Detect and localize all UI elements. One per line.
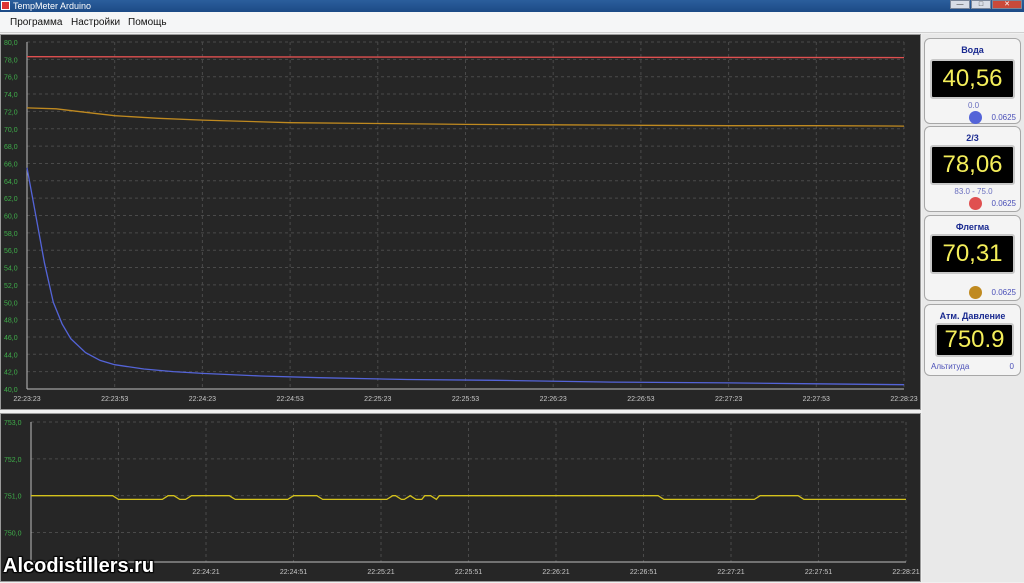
y-tick-label: 42,0 <box>4 370 18 377</box>
sensor-panel: Вода 40,56 0.0 0.0625 2/3 78,06 83.0 - 7… <box>922 34 1024 582</box>
sensor-title: 2/3 <box>966 133 979 143</box>
y-tick-label: 60,0 <box>4 214 18 221</box>
series-line-0 <box>26 56 905 59</box>
sensor-title: Флегма <box>955 222 990 232</box>
menu-bar: Программа Настройки Помощь <box>0 12 1024 33</box>
window-title: TempMeter Arduino <box>13 1 92 11</box>
app-icon <box>1 1 10 10</box>
alarm-range: 0.0 <box>967 101 980 110</box>
y-tick-label: 62,0 <box>4 196 18 203</box>
x-tick-label: 22:25:21 <box>367 569 394 576</box>
sensor-card-voda: Вода 40,56 0.0 0.0625 <box>924 38 1021 124</box>
pressure-title: Атм. Давление <box>939 311 1006 321</box>
menu-settings[interactable]: Настройки <box>71 17 120 28</box>
y-tick-label: 56,0 <box>4 248 18 255</box>
menu-program[interactable]: Программа <box>10 17 62 28</box>
minimize-button[interactable]: — <box>950 0 970 9</box>
x-tick-label: 22:25:53 <box>452 396 479 403</box>
y-tick-label: 58,0 <box>4 231 18 238</box>
title-bar: TempMeter Arduino — □ ✕ <box>0 0 1024 12</box>
temperature-chart-svg: 40,0 42,0 44,0 46,0 48,0 50,0 52,0 54,0 56,0 58,0… <box>4 40 918 403</box>
x-tick-label: 22:27:21 <box>717 569 744 576</box>
x-tick-label: 22:27:53 <box>803 396 830 403</box>
x-tick-label: 22:25:51 <box>455 569 482 576</box>
y-tick-label: 752,0 <box>4 457 22 464</box>
y-tick-label: 48,0 <box>4 318 18 325</box>
y-tick-label: 753,0 <box>4 420 22 427</box>
y-tick-label: 80,0 <box>4 40 18 47</box>
x-tick-label: 22:23:23 <box>13 396 40 403</box>
x-tick-label: 22:27:23 <box>715 396 742 403</box>
sensor-card-flegma: Флегма 70,31 0.0625 <box>924 215 1021 301</box>
series-line-0 <box>31 494 906 501</box>
y-tick-label: 76,0 <box>4 75 18 82</box>
menu-help[interactable]: Помощь <box>128 17 167 28</box>
y-tick-label: 50,0 <box>4 300 18 307</box>
alarm-range: 83.0 - 75.0 <box>954 187 993 196</box>
y-tick-label: 52,0 <box>4 283 18 290</box>
x-tick-label: 22:26:51 <box>630 569 657 576</box>
y-tick-label: 750,0 <box>4 531 22 538</box>
y-tick-label: 68,0 <box>4 144 18 151</box>
x-tick-label: 22:28:21 <box>892 569 919 576</box>
pressure-display: 750.9 <box>935 323 1014 357</box>
x-tick-label: 22:23:53 <box>101 396 128 403</box>
color-dot[interactable] <box>969 111 982 124</box>
x-tick-label: 22:27:51 <box>805 569 832 576</box>
y-tick-label: 54,0 <box>4 266 18 273</box>
x-tick-label: 22:26:21 <box>542 569 569 576</box>
resolution-step: 0.0625 <box>991 288 1016 297</box>
y-tick-label: 40,0 <box>4 387 18 394</box>
color-dot[interactable] <box>969 286 982 299</box>
y-tick-label: 751,0 <box>4 494 22 501</box>
resolution-step: 0.0625 <box>991 113 1016 122</box>
y-tick-label: 66,0 <box>4 161 18 168</box>
x-tick-label: 22:26:53 <box>627 396 654 403</box>
y-tick-label: 64,0 <box>4 179 18 186</box>
temperature-display: 78,06 <box>930 145 1015 185</box>
pressure-card: Атм. Давление 750.9 Альтитуда 0 <box>924 304 1021 376</box>
watermark: Alcodistillers.ru <box>3 555 155 577</box>
x-tick-label: 22:26:23 <box>540 396 567 403</box>
sensor-title: Вода <box>961 45 984 55</box>
temperature-display: 70,31 <box>930 234 1015 274</box>
x-tick-label: 22:24:53 <box>276 396 303 403</box>
x-tick-label: 22:28:23 <box>890 396 917 403</box>
y-tick-label: 78,0 <box>4 57 18 64</box>
y-tick-label: 72,0 <box>4 109 18 116</box>
y-tick-label: 44,0 <box>4 352 18 359</box>
temperature-chart: 40,0 42,0 44,0 46,0 48,0 50,0 52,0 54,0 56,0 58,0… <box>0 34 921 410</box>
color-dot[interactable] <box>969 197 982 210</box>
x-tick-label: 22:24:23 <box>189 396 216 403</box>
temperature-display: 40,56 <box>930 59 1015 99</box>
altitude-value: 0 <box>1009 362 1014 371</box>
close-button[interactable]: ✕ <box>992 0 1022 9</box>
x-tick-label: 22:25:23 <box>364 396 391 403</box>
maximize-button[interactable]: □ <box>971 0 991 9</box>
resolution-step: 0.0625 <box>991 199 1016 208</box>
y-tick-label: 46,0 <box>4 335 18 342</box>
sensor-card-2-3: 2/3 78,06 83.0 - 75.0 0.0625 <box>924 126 1021 212</box>
y-tick-label: 70,0 <box>4 127 18 134</box>
x-tick-label: 22:24:21 <box>192 569 219 576</box>
x-tick-label: 22:24:51 <box>280 569 307 576</box>
altitude-label: Альтитуда <box>931 362 970 371</box>
y-tick-label: 74,0 <box>4 92 18 99</box>
